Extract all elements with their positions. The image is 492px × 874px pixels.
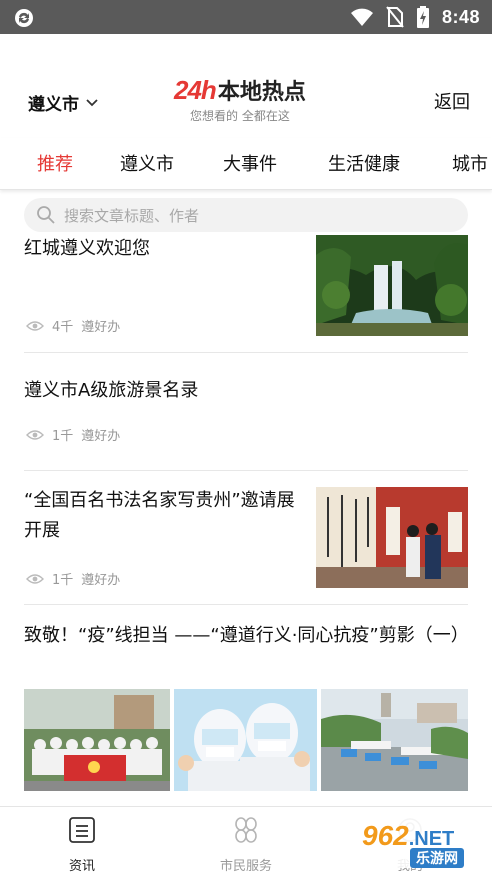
search-icon (37, 206, 55, 224)
services-icon (235, 817, 257, 843)
article-source: 遵好办 (81, 320, 121, 335)
article-image-medics (174, 689, 317, 791)
sync-icon (15, 9, 33, 27)
article-thumbnail-waterfall (316, 235, 468, 336)
article-item[interactable]: 遵义市A级旅游景名录 1千 遵好办 (24, 353, 468, 471)
eye-icon (26, 573, 44, 584)
city-label: 遵义市 (28, 95, 79, 115)
no-sim-icon (386, 6, 404, 28)
tab-services[interactable]: 市民服务 (196, 815, 296, 874)
tab-city[interactable]: 城市 (452, 150, 488, 176)
view-count: 1千 (52, 429, 74, 444)
article-item[interactable]: “全国百名书法名家写贵州”邀请展开展 1千 遵好办 (24, 471, 468, 605)
logo-title: 本地热点 (217, 80, 306, 105)
tab-zunyi[interactable]: 遵义市 (120, 150, 174, 176)
status-bar: 8:48 (0, 0, 492, 34)
search-bar[interactable]: 搜索文章标题、作者 (24, 198, 468, 232)
site-watermark: 962 .NET 乐游网 (358, 818, 486, 868)
article-thumbnail-calligraphy (316, 487, 468, 588)
article-item[interactable]: 红城遵义欢迎您 4千 遵好办 (24, 234, 468, 353)
article-title: 红城遵义欢迎您 (24, 238, 150, 259)
news-icon (69, 817, 95, 843)
article-image-group-photo (24, 689, 170, 791)
city-selector[interactable]: 遵义市 (28, 90, 99, 115)
article-image-testing-site (321, 689, 468, 791)
article-image-grid (24, 689, 468, 791)
watermark-text: 乐游网 (410, 848, 464, 868)
app-header: 遵义市 24h 本地热点 您想看的 全都在这 返回 (0, 34, 492, 138)
clock: 8:48 (441, 6, 480, 27)
eye-icon (26, 429, 44, 440)
article-title: 致敬！“疫”线担当 ——“遵道行义·同心抗疫”剪影（一） (24, 625, 469, 646)
back-button[interactable]: 返回 (434, 88, 470, 114)
tab-recommend[interactable]: 推荐 (37, 150, 73, 176)
battery-charging-icon (416, 6, 429, 28)
tab-news-label: 资讯 (68, 859, 95, 874)
tab-health[interactable]: 生活健康 (328, 150, 400, 176)
article-meta: 1千 遵好办 (26, 569, 120, 588)
search-placeholder: 搜索文章标题、作者 (64, 206, 200, 225)
chevron-down-icon (86, 98, 98, 106)
category-tabs: 推荐 遵义市 大事件 生活健康 城市 (0, 138, 492, 190)
article-source: 遵好办 (81, 573, 121, 588)
article-source: 遵好办 (81, 429, 121, 444)
tab-news[interactable]: 资讯 (32, 815, 132, 874)
article-title: “全国百名书法名家写贵州”邀请展开展 (24, 490, 295, 541)
tab-major-events[interactable]: 大事件 (223, 150, 277, 176)
logo-subtitle: 您想看的 全都在这 (190, 109, 290, 123)
view-count: 4千 (52, 320, 74, 335)
wifi-icon (350, 8, 373, 26)
article-title: 遵义市A级旅游景名录 (24, 380, 199, 401)
article-meta: 4千 遵好办 (26, 316, 120, 335)
article-meta: 1千 遵好办 (26, 425, 120, 444)
watermark-brand: 962 (362, 820, 409, 851)
logo-brand: 24h (174, 75, 217, 105)
tab-services-label: 市民服务 (219, 859, 272, 874)
app-logo: 24h 本地热点 您想看的 全都在这 (174, 74, 334, 124)
view-count: 1千 (52, 573, 74, 588)
eye-icon (26, 320, 44, 331)
